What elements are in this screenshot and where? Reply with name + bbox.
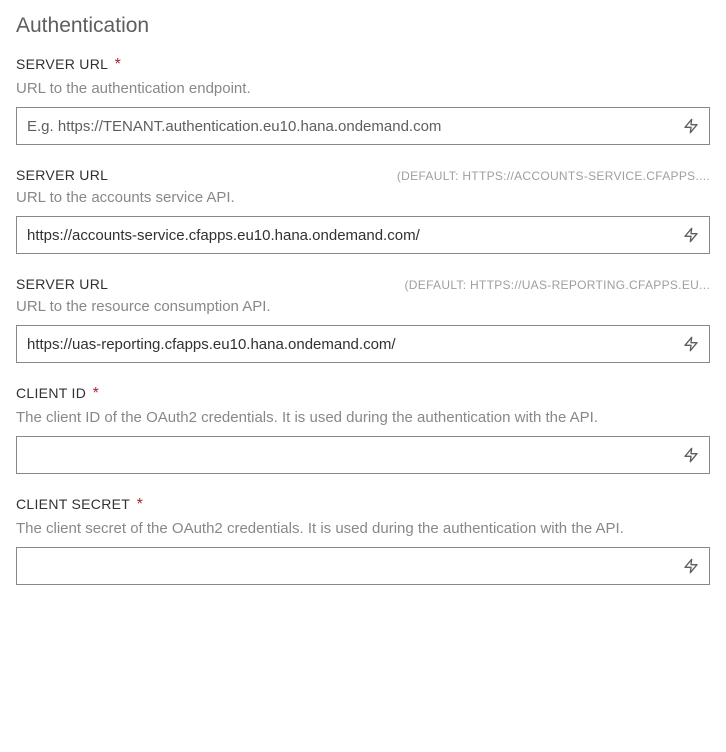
field-description: URL to the resource consumption API. <box>16 296 710 317</box>
required-indicator: * <box>115 56 121 73</box>
default-hint: (DEFAULT: HTTPS://ACCOUNTS-SERVICE.CFAPP… <box>397 169 710 183</box>
field-description: The client secret of the OAuth2 credenti… <box>16 518 710 539</box>
field-label: SERVER URL <box>16 276 108 292</box>
input-container <box>16 325 710 363</box>
bolt-icon[interactable] <box>673 548 709 584</box>
accounts-server-url-input[interactable] <box>17 217 673 253</box>
input-container <box>16 547 710 585</box>
field-description: The client ID of the OAuth2 credentials.… <box>16 407 710 428</box>
required-indicator: * <box>137 496 143 513</box>
auth-server-url-input[interactable] <box>17 108 673 144</box>
bolt-icon[interactable] <box>673 108 709 144</box>
bolt-icon[interactable] <box>673 326 709 362</box>
field-description: URL to the accounts service API. <box>16 187 710 208</box>
client-secret-input[interactable] <box>17 548 673 584</box>
input-container <box>16 107 710 145</box>
default-hint: (DEFAULT: HTTPS://UAS-REPORTING.CFAPPS.E… <box>405 278 710 292</box>
input-container <box>16 216 710 254</box>
field-client-id: CLIENT ID * The client ID of the OAuth2 … <box>16 385 710 474</box>
section-heading: Authentication <box>16 14 710 38</box>
field-uas-server-url: SERVER URL (DEFAULT: HTTPS://UAS-REPORTI… <box>16 276 710 363</box>
field-label: CLIENT SECRET <box>16 496 130 512</box>
uas-server-url-input[interactable] <box>17 326 673 362</box>
field-label: SERVER URL <box>16 167 108 183</box>
field-auth-server-url: SERVER URL * URL to the authentication e… <box>16 56 710 145</box>
field-accounts-server-url: SERVER URL (DEFAULT: HTTPS://ACCOUNTS-SE… <box>16 167 710 254</box>
input-container <box>16 436 710 474</box>
client-id-input[interactable] <box>17 437 673 473</box>
field-label: CLIENT ID <box>16 385 86 401</box>
field-client-secret: CLIENT SECRET * The client secret of the… <box>16 496 710 585</box>
bolt-icon[interactable] <box>673 217 709 253</box>
required-indicator: * <box>93 385 99 402</box>
field-description: URL to the authentication endpoint. <box>16 78 710 99</box>
bolt-icon[interactable] <box>673 437 709 473</box>
field-label: SERVER URL <box>16 56 108 72</box>
